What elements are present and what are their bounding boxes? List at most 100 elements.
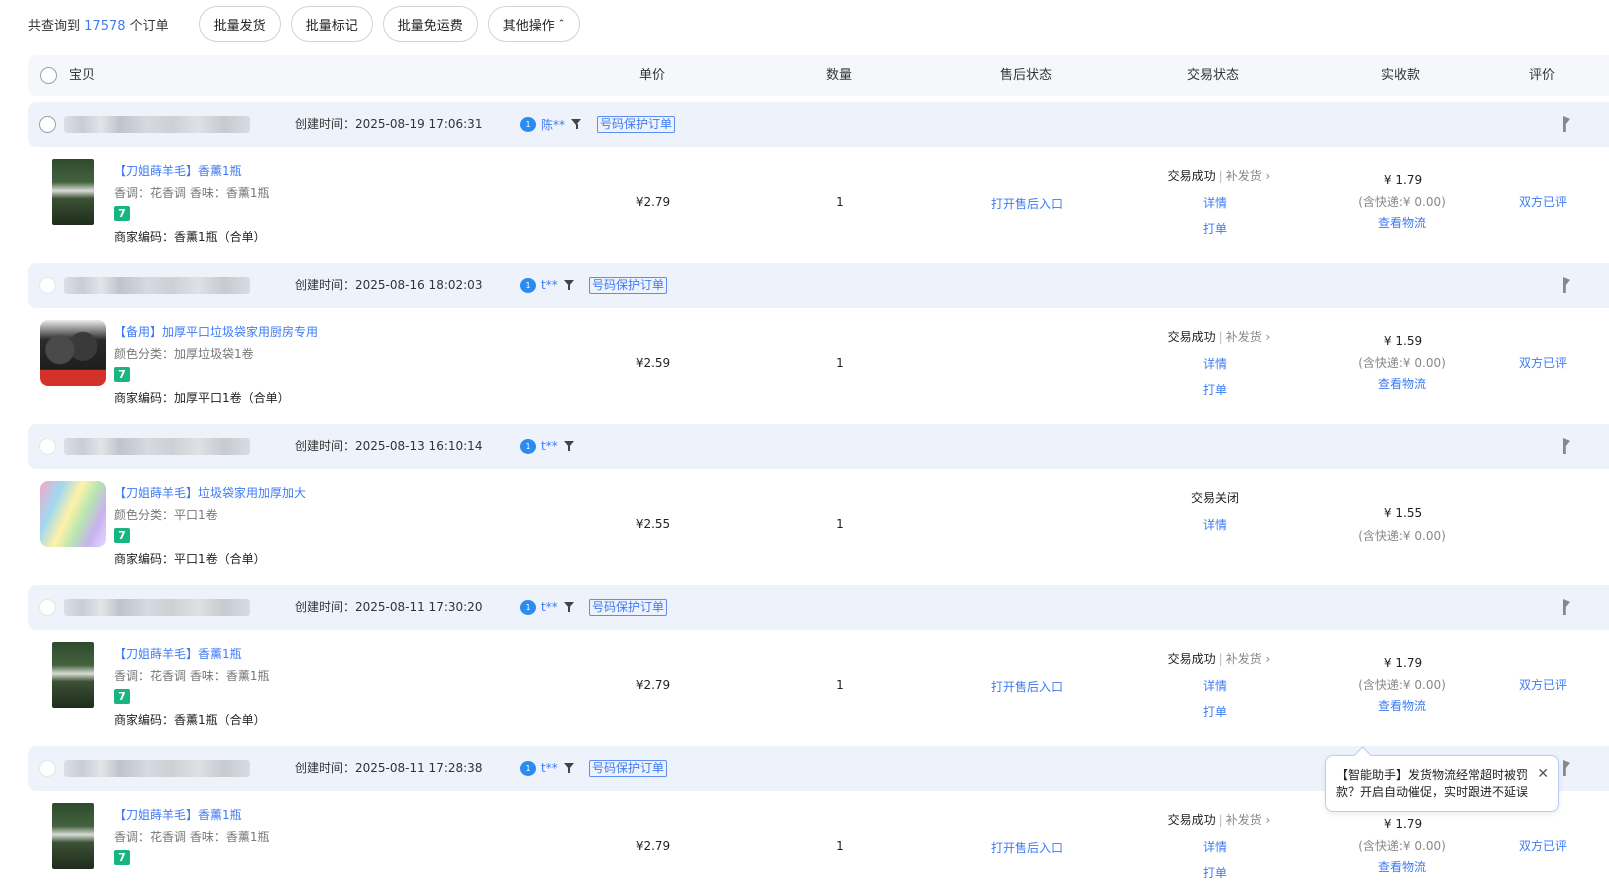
order-number-redacted <box>64 438 250 455</box>
product-title[interactable]: 【刀姐蒔羊毛】垃圾袋家用加厚加大 <box>114 484 306 501</box>
filter-icon[interactable] <box>563 440 575 452</box>
order-item-row: 【备用】加厚平口垃圾袋家用厨房专用 颜色分类：加厚垃圾袋1卷 7 商家编码：加厚… <box>28 308 1609 424</box>
product-attributes: 香调：花香调 香味：香薰1瓶 <box>114 186 270 200</box>
chat-bubble-icon[interactable]: 1 <box>520 438 536 454</box>
buyer-contact[interactable]: 1 t** <box>520 599 575 615</box>
order-number-redacted <box>64 760 250 777</box>
print-order-link[interactable]: 打单 <box>1203 703 1227 720</box>
order-checkbox[interactable] <box>39 760 56 777</box>
buyer-contact[interactable]: 1 t** <box>520 277 575 293</box>
received-amount: ¥ 1.79 <box>1383 817 1423 831</box>
reship-link[interactable]: 补发货 <box>1226 652 1262 666</box>
after-sale-entry-link[interactable]: 打开售后入口 <box>991 839 1063 856</box>
view-logistics-link[interactable]: 查看物流 <box>1378 375 1426 392</box>
product-image[interactable] <box>40 320 106 386</box>
product-title[interactable]: 【备用】加厚平口垃圾袋家用厨房专用 <box>114 323 318 340</box>
filter-icon[interactable] <box>563 601 575 613</box>
product-image[interactable] <box>52 642 94 708</box>
received-amount: ¥ 1.79 <box>1383 656 1423 670</box>
view-logistics-link[interactable]: 查看物流 <box>1378 697 1426 714</box>
product-attributes: 香调：花香调 香味：香薰1瓶 <box>114 830 270 844</box>
reship-link[interactable]: 补发货 <box>1226 330 1262 344</box>
close-icon[interactable]: ✕ <box>1537 766 1549 783</box>
product-title[interactable]: 【刀姐蒔羊毛】香薰1瓶 <box>114 645 242 662</box>
chat-bubble-icon[interactable]: 1 <box>520 599 536 615</box>
detail-link[interactable]: 详情 <box>1203 838 1227 855</box>
batch-ship-button[interactable]: 批量发货 <box>198 6 281 42</box>
buyer-name[interactable]: t** <box>541 278 558 292</box>
buyer-contact[interactable]: 1 陈** <box>520 116 582 132</box>
chat-bubble-icon[interactable]: 1 <box>520 760 536 776</box>
batch-mark-label: 批量标记 <box>305 18 358 34</box>
order-checkbox[interactable] <box>39 438 56 455</box>
buyer-contact[interactable]: 1 t** <box>520 438 575 454</box>
count-prefix: 共查询到 <box>28 18 81 34</box>
filter-icon[interactable] <box>563 762 575 774</box>
reship-link[interactable]: 补发货 <box>1226 169 1262 183</box>
order-header: 创建时间：2025-08-16 18:02:03 1 t** 号码保护订单 <box>28 263 1609 308</box>
buyer-name[interactable]: t** <box>541 439 558 453</box>
seven-day-return-badge: 7 <box>114 206 130 221</box>
order-count: 17578 <box>84 18 126 34</box>
buyer-contact[interactable]: 1 t** <box>520 760 575 776</box>
smart-assistant-text: 【智能助手】发货物流经常超时被罚款？开启自动催促，实时跟进不延误 <box>1336 768 1529 799</box>
detail-link[interactable]: 详情 <box>1203 677 1227 694</box>
detail-link[interactable]: 详情 <box>1203 355 1227 372</box>
product-title[interactable]: 【刀姐蒔羊毛】香薰1瓶 <box>114 162 242 179</box>
detail-link[interactable]: 详情 <box>1203 194 1227 211</box>
unit-price: ¥2.79 <box>635 678 671 692</box>
batch-mark-button[interactable]: 批量标记 <box>290 6 373 42</box>
flag-icon[interactable] <box>1563 438 1570 454</box>
product-attributes: 颜色分类：加厚垃圾袋1卷 <box>114 347 254 361</box>
after-sale-entry-link[interactable]: 打开售后入口 <box>991 678 1063 695</box>
review-status-link[interactable]: 双方已评 <box>1519 354 1567 371</box>
order-card: 创建时间：2025-08-16 18:02:03 1 t** 号码保护订单 【备… <box>28 263 1609 424</box>
print-order-link[interactable]: 打单 <box>1203 220 1227 237</box>
flag-icon[interactable] <box>1563 599 1570 615</box>
detail-link[interactable]: 详情 <box>1203 516 1227 533</box>
flag-icon[interactable] <box>1563 760 1570 776</box>
order-item-row: 【刀姐蒔羊毛】垃圾袋家用加厚加大 颜色分类：平口1卷 7 商家编码：平口1卷（合… <box>28 469 1609 585</box>
number-protect-tag: 号码保护订单 <box>589 277 668 294</box>
column-after-sale: 售后状态 <box>1000 68 1053 83</box>
review-status-link[interactable]: 双方已评 <box>1519 837 1567 854</box>
other-operations-dropdown[interactable]: 其他操作 ⌃ <box>487 6 581 42</box>
smart-assistant-tip[interactable]: 【智能助手】发货物流经常超时被罚款？开启自动催促，实时跟进不延误 ✕ <box>1325 755 1559 812</box>
merchant-code: 商家编码：平口1卷（合单） <box>114 552 266 566</box>
order-checkbox[interactable] <box>39 599 56 616</box>
reship-link[interactable]: 补发货 <box>1226 813 1262 827</box>
print-order-link[interactable]: 打单 <box>1203 381 1227 398</box>
buyer-name[interactable]: t** <box>541 600 558 614</box>
column-review: 评价 <box>1529 68 1556 83</box>
select-all-checkbox[interactable] <box>40 67 57 84</box>
view-logistics-link[interactable]: 查看物流 <box>1378 858 1426 875</box>
shipping-fee: (含快递:¥ 0.00) <box>1358 356 1446 370</box>
review-status-link[interactable]: 双方已评 <box>1519 676 1567 693</box>
order-checkbox[interactable] <box>39 116 56 133</box>
quantity: 1 <box>836 356 844 370</box>
after-sale-entry-link[interactable]: 打开售后入口 <box>991 195 1063 212</box>
review-status-link[interactable]: 双方已评 <box>1519 193 1567 210</box>
batch-free-shipping-button[interactable]: 批量免运费 <box>382 6 478 42</box>
chat-bubble-icon[interactable]: 1 <box>520 277 536 293</box>
product-image[interactable] <box>40 481 106 547</box>
order-checkbox[interactable] <box>39 277 56 294</box>
shipping-fee: (含快递:¥ 0.00) <box>1358 678 1446 692</box>
filter-icon[interactable] <box>563 279 575 291</box>
order-header: 创建时间：2025-08-19 17:06:31 1 陈** 号码保护订单 <box>28 102 1609 147</box>
product-image[interactable] <box>52 159 94 225</box>
print-order-link[interactable]: 打单 <box>1203 864 1227 881</box>
flag-icon[interactable] <box>1563 116 1570 132</box>
trade-status-text: 交易成功 <box>1167 330 1216 344</box>
table-header: 宝贝 单价 数量 售后状态 交易状态 实收款 评价 <box>28 55 1609 96</box>
chat-bubble-icon[interactable]: 1 <box>520 116 536 132</box>
column-quantity: 数量 <box>826 68 853 83</box>
chevron-right-icon: › <box>1261 330 1271 344</box>
product-image[interactable] <box>52 803 94 869</box>
buyer-name[interactable]: 陈** <box>541 116 565 133</box>
flag-icon[interactable] <box>1563 277 1570 293</box>
view-logistics-link[interactable]: 查看物流 <box>1378 214 1426 231</box>
product-title[interactable]: 【刀姐蒔羊毛】香薰1瓶 <box>114 806 242 823</box>
filter-icon[interactable] <box>571 118 582 130</box>
buyer-name[interactable]: t** <box>541 761 558 775</box>
